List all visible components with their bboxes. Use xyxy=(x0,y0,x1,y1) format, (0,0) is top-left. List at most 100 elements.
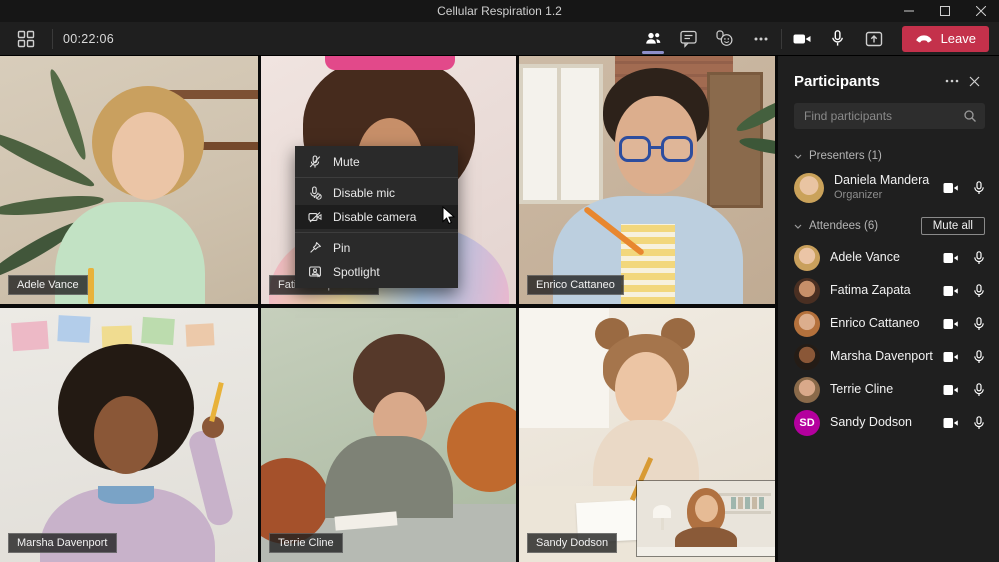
close-button[interactable] xyxy=(963,0,999,22)
participant-name: Daniela Mandera xyxy=(834,173,933,189)
microphone-button[interactable] xyxy=(822,22,854,56)
participant-row-marsha[interactable]: Marsha Davenport xyxy=(794,340,985,373)
participant-row-adele[interactable]: Adele Vance xyxy=(794,241,985,274)
participant-row-sandy[interactable]: SD Sandy Dodson xyxy=(794,406,985,439)
name-label: Terrie Cline xyxy=(269,533,343,553)
participant-role: Organizer xyxy=(834,189,933,203)
video-tile-enrico-cattaneo[interactable]: Enrico Cattaneo xyxy=(519,56,775,304)
grid-layout-button[interactable] xyxy=(10,22,42,56)
camera-off-icon xyxy=(308,210,322,224)
grid-layout-icon xyxy=(17,30,35,48)
menu-item-disable-camera[interactable]: Disable camera xyxy=(295,205,458,229)
toolbar-divider xyxy=(52,29,53,49)
participants-panel: Participants xyxy=(778,56,999,562)
spotlight-icon xyxy=(308,265,322,279)
toolbar-right: Leave xyxy=(637,22,989,56)
panel-more-button[interactable] xyxy=(941,72,963,90)
status-icons xyxy=(943,284,985,298)
participant-meta: Daniela Mandera Organizer xyxy=(834,173,933,202)
panel-title: Participants xyxy=(794,73,941,90)
status-icons xyxy=(943,416,985,430)
video-stage: Adele Vance Fatima Zapata ••• xyxy=(0,56,778,562)
video-tile-sandy-dodson[interactable]: Sandy Dodson xyxy=(519,308,775,562)
video-tile-adele-vance[interactable]: Adele Vance xyxy=(0,56,258,304)
mic-on-icon xyxy=(973,416,985,430)
name-label: Adele Vance xyxy=(8,275,88,295)
maximize-button[interactable] xyxy=(927,0,963,22)
camera-icon xyxy=(792,29,812,49)
camera-on-icon xyxy=(943,182,958,194)
chat-button[interactable] xyxy=(673,22,705,56)
menu-item-label: Pin xyxy=(333,241,350,255)
participant-name: Enrico Cattaneo xyxy=(536,279,615,291)
menu-item-pin[interactable]: Pin xyxy=(295,236,458,260)
search-icon xyxy=(963,109,977,123)
camera-on-icon xyxy=(943,417,958,429)
participants-button[interactable] xyxy=(637,22,669,56)
video-frame xyxy=(0,56,258,304)
self-view-pip[interactable] xyxy=(637,481,775,556)
search-box xyxy=(794,103,985,129)
participant-name: Marsha Davenport xyxy=(830,349,933,365)
more-options-button[interactable] xyxy=(745,22,777,56)
leave-button[interactable]: Leave xyxy=(902,26,989,52)
more-options-icon xyxy=(945,79,959,83)
video-frame xyxy=(519,56,775,304)
presenters-section-header[interactable]: Presenters (1) xyxy=(794,145,985,167)
participant-row-daniela[interactable]: Daniela Mandera Organizer xyxy=(794,167,985,209)
menu-item-label: Mute xyxy=(333,155,360,169)
avatar xyxy=(794,245,820,271)
menu-item-spotlight[interactable]: Spotlight xyxy=(295,260,458,284)
more-options-icon xyxy=(752,30,770,48)
section-label: Attendees (6) xyxy=(809,220,878,232)
close-icon xyxy=(976,6,986,16)
camera-on-icon xyxy=(943,252,958,264)
participant-row-enrico[interactable]: Enrico Cattaneo xyxy=(794,307,985,340)
participant-name: Adele Vance xyxy=(17,279,79,291)
name-label: Enrico Cattaneo xyxy=(527,275,624,295)
video-tile-terrie-cline[interactable]: Terrie Cline xyxy=(261,308,516,562)
window-controls xyxy=(891,0,999,22)
maximize-icon xyxy=(940,6,950,16)
participant-row-terrie[interactable]: Terrie Cline xyxy=(794,373,985,406)
reactions-button[interactable] xyxy=(709,22,741,56)
mute-all-button[interactable]: Mute all xyxy=(921,217,985,235)
status-icons xyxy=(943,317,985,331)
mic-off-icon xyxy=(308,155,322,169)
participant-name: Terrie Cline xyxy=(278,537,334,549)
camera-on-icon xyxy=(943,384,958,396)
participants-icon xyxy=(643,29,663,49)
titlebar: Cellular Respiration 1.2 xyxy=(0,0,999,22)
participant-row-fatima[interactable]: Fatima Zapata xyxy=(794,274,985,307)
camera-on-icon xyxy=(943,285,958,297)
menu-separator xyxy=(295,232,458,233)
chat-icon xyxy=(679,29,698,48)
avatar xyxy=(794,377,820,403)
mic-on-icon xyxy=(973,383,985,397)
mic-on-icon xyxy=(973,317,985,331)
search-input[interactable] xyxy=(802,108,963,124)
avatar xyxy=(794,278,820,304)
video-frame xyxy=(261,308,516,562)
menu-item-mute[interactable]: Mute xyxy=(295,150,458,174)
panel-close-button[interactable] xyxy=(963,72,985,90)
menu-item-label: Spotlight xyxy=(333,265,380,279)
share-screen-button[interactable] xyxy=(858,22,890,56)
status-icons xyxy=(943,350,985,364)
video-tile-marsha-davenport[interactable]: Marsha Davenport xyxy=(0,308,258,562)
status-icons xyxy=(943,181,985,195)
minimize-button[interactable] xyxy=(891,0,927,22)
chevron-down-icon xyxy=(794,224,802,229)
participant-name: Fatima Zapata xyxy=(830,283,933,299)
status-icons xyxy=(943,251,985,265)
share-screen-icon xyxy=(864,29,884,49)
camera-button[interactable] xyxy=(786,22,818,56)
attendees-toggle[interactable]: Attendees (6) xyxy=(794,220,878,232)
chevron-down-icon xyxy=(794,154,802,159)
camera-on-icon xyxy=(943,351,958,363)
participant-name: Sandy Dodson xyxy=(830,415,933,431)
camera-on-icon xyxy=(943,318,958,330)
mic-on-icon xyxy=(973,251,985,265)
menu-item-disable-mic[interactable]: Disable mic xyxy=(295,181,458,205)
mic-on-icon xyxy=(973,350,985,364)
